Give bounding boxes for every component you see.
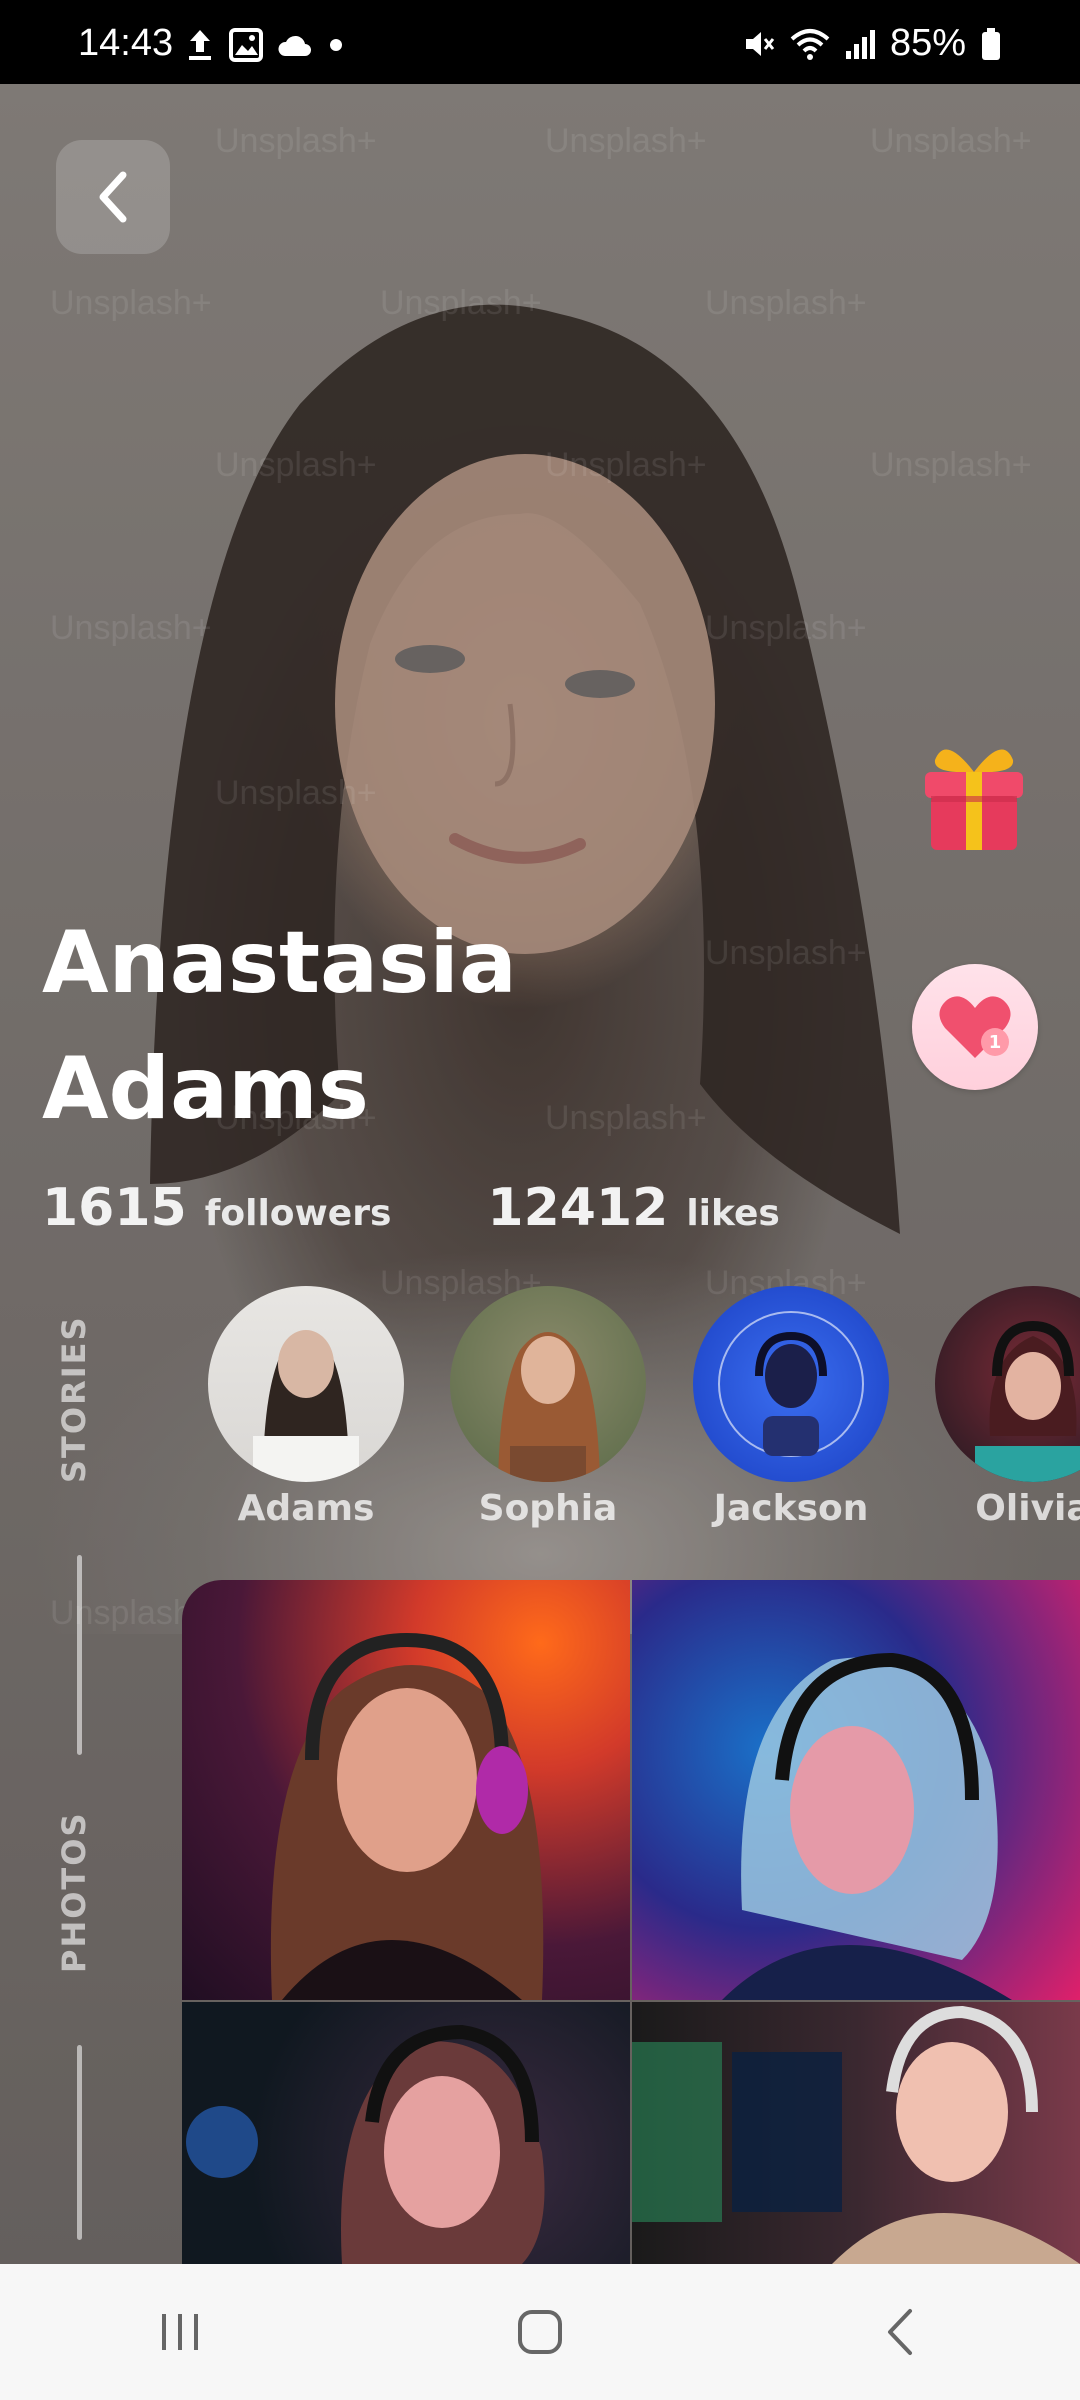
- watermark: Unsplash+: [215, 122, 377, 160]
- stories-section-label[interactable]: STORIES: [55, 1315, 95, 1483]
- followers-label: followers: [204, 1193, 392, 1234]
- image-icon: [229, 28, 263, 62]
- battery-icon: [982, 27, 1000, 60]
- home-icon: [518, 2310, 562, 2354]
- watermark: Unsplash+: [545, 122, 707, 160]
- avatar: [693, 1286, 889, 1482]
- gift-button[interactable]: [915, 738, 1033, 854]
- back-button[interactable]: [56, 140, 170, 254]
- heart-icon: 1: [939, 996, 1011, 1058]
- avatar: [450, 1286, 646, 1482]
- story-item-sophia[interactable]: Sophia: [448, 1286, 648, 1529]
- watermark: Unsplash+: [705, 934, 867, 972]
- photos-section-label[interactable]: PHOTOS: [55, 1811, 95, 1973]
- dot-icon: [330, 39, 342, 51]
- chevron-left-icon: [99, 171, 127, 223]
- back-icon: [888, 2309, 912, 2355]
- signal-icon: [845, 29, 875, 59]
- status-bar: 14:43 85%: [0, 0, 1080, 84]
- photos-divider: [77, 2045, 82, 2240]
- likes-label: likes: [686, 1193, 780, 1234]
- battery-percent: 85%: [889, 22, 966, 64]
- photos-grid: [182, 1580, 1080, 2264]
- story-item-adams[interactable]: Adams: [206, 1286, 406, 1529]
- watermark: Unsplash+: [870, 122, 1032, 160]
- story-name: Adams: [237, 1488, 375, 1529]
- watermark: Unsplash+: [50, 284, 212, 322]
- likes-count: 12412: [487, 1178, 669, 1238]
- profile-stats: 1615 followers 12412 likes: [42, 1178, 780, 1248]
- watermark: Unsplash+: [50, 609, 212, 647]
- story-item-jackson[interactable]: Jackson: [691, 1286, 891, 1529]
- cloud-icon: [278, 35, 311, 56]
- stories-divider: [77, 1555, 82, 1755]
- avatar: [935, 1286, 1080, 1482]
- story-item-olivia[interactable]: Olivia: [933, 1286, 1080, 1529]
- wifi-icon: [790, 28, 830, 60]
- story-name: Sophia: [478, 1488, 618, 1529]
- avatar: [208, 1286, 404, 1482]
- home-button[interactable]: [480, 2282, 600, 2382]
- watermark: Unsplash+: [705, 609, 867, 647]
- watermark: Unsplash+: [870, 446, 1032, 484]
- watermark: Unsplash+: [380, 284, 542, 322]
- photo-item[interactable]: [182, 1580, 630, 2000]
- story-name: Olivia: [975, 1488, 1080, 1529]
- like-button[interactable]: 1: [912, 964, 1038, 1090]
- status-right-icons: 85%: [742, 22, 1002, 65]
- photo-item[interactable]: [632, 2002, 1080, 2264]
- gift-icon: [925, 749, 1023, 850]
- recent-apps-icon: [162, 2314, 198, 2350]
- system-nav-bar: [0, 2264, 1080, 2400]
- watermark: Unsplash+: [215, 774, 377, 812]
- watermark: Unsplash+: [545, 1099, 707, 1137]
- system-back-button[interactable]: [840, 2282, 960, 2382]
- upload-icon: [189, 30, 211, 60]
- profile-name: Anastasia Adams: [42, 900, 517, 1152]
- followers-count: 1615: [42, 1178, 187, 1238]
- last-name: Adams: [42, 1039, 369, 1139]
- watermark: Unsplash+: [545, 446, 707, 484]
- story-name: Jackson: [713, 1488, 869, 1529]
- watermark: Unsplash+: [705, 284, 867, 322]
- recent-apps-button[interactable]: [120, 2282, 240, 2382]
- mute-icon: [745, 31, 775, 56]
- photo-item[interactable]: [182, 2002, 630, 2264]
- photo-item[interactable]: [632, 1580, 1080, 2000]
- first-name: Anastasia: [42, 913, 517, 1013]
- status-left-icons: [185, 28, 347, 62]
- heart-badge: 1: [989, 1032, 1002, 1053]
- status-time: 14:43: [78, 22, 174, 64]
- profile-screen: 14:43 85% Unsplash+ Unsplash+ Unsplash+ …: [0, 0, 1080, 2400]
- watermark: Unsplash+: [215, 446, 377, 484]
